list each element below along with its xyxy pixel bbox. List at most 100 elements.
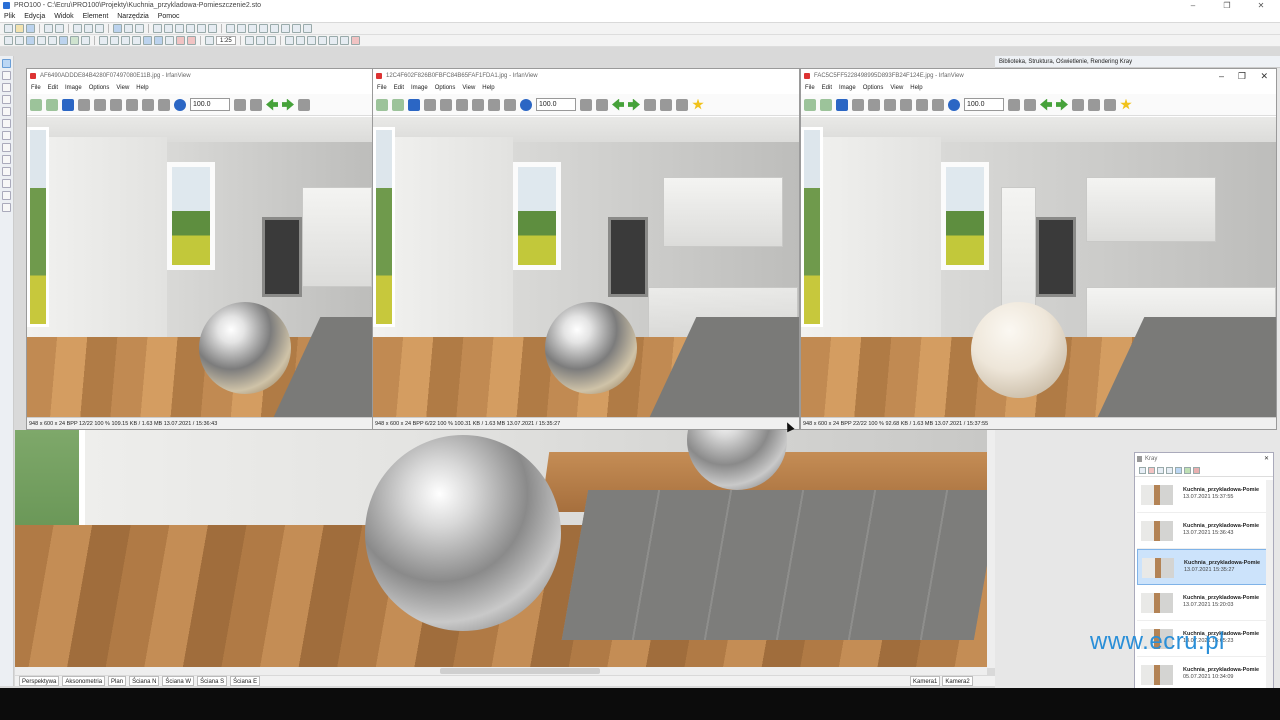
copy-icon[interactable] (472, 98, 484, 111)
print-icon[interactable] (44, 24, 53, 33)
next-arrow-icon[interactable] (628, 99, 640, 111)
star-icon[interactable] (692, 98, 704, 110)
align-icon[interactable] (226, 24, 235, 33)
tab-kamera2[interactable]: Kamera2 (942, 676, 973, 686)
iv2-menu-file[interactable]: File (377, 85, 387, 91)
tool-e-icon[interactable] (339, 36, 349, 45)
prev-arrow-icon[interactable] (612, 98, 624, 111)
menu-edycja[interactable]: Edycja (24, 13, 45, 20)
cut-icon[interactable] (110, 98, 122, 111)
iv1-menu-help[interactable]: Help (136, 85, 148, 91)
iv2-menu-edit[interactable]: Edit (394, 85, 404, 91)
info-icon[interactable] (174, 98, 186, 111)
undo-icon[interactable] (124, 24, 133, 33)
undo-icon[interactable] (932, 98, 944, 111)
select-arrow-icon[interactable] (2, 59, 11, 68)
snap-icon[interactable] (143, 36, 152, 45)
stop-icon[interactable] (1193, 467, 1200, 474)
copy-icon[interactable] (1157, 467, 1164, 474)
tool-pen-icon[interactable] (2, 95, 11, 104)
up-arrow-icon[interactable] (1072, 98, 1084, 111)
move2-icon[interactable] (255, 36, 265, 45)
prev-arrow-icon[interactable] (1040, 98, 1052, 111)
tool-rotate-icon[interactable] (2, 107, 11, 116)
iv3-close-button[interactable]: ✕ (1260, 69, 1268, 83)
tool-d-icon[interactable] (328, 36, 338, 45)
frame2-icon[interactable] (175, 24, 184, 33)
iv3-menu-options[interactable]: Options (863, 85, 884, 91)
iv1-menu-file[interactable]: File (31, 85, 41, 91)
undo-icon[interactable] (158, 98, 170, 111)
irfanview-window-1[interactable]: AF6490ADDDE84B4280F07497080E11B.jpg - Ir… (26, 68, 373, 430)
paste-icon[interactable] (916, 98, 928, 111)
tool-measure-icon[interactable] (2, 131, 11, 140)
record-icon[interactable] (176, 36, 185, 45)
delete-icon[interactable] (1148, 467, 1155, 474)
viewport-vscrollbar[interactable] (987, 430, 995, 668)
paste-icon[interactable] (488, 98, 500, 111)
no-entry-icon[interactable] (350, 36, 360, 45)
zoom-out-icon[interactable] (250, 98, 262, 111)
3d-viewport[interactable] (15, 430, 987, 668)
zoom-icon[interactable] (205, 36, 214, 45)
close-button[interactable]: ✕ (1244, 0, 1278, 11)
tool-door-icon[interactable] (2, 83, 11, 92)
irfanview-window-2[interactable]: 12C4F602F826B0FBFC84B65FAF1FDA1.jpg - Ir… (372, 68, 800, 430)
delete-icon[interactable] (868, 98, 880, 111)
down-arrow-icon[interactable] (1088, 98, 1100, 111)
tab-sciana-e[interactable]: Ściana E (230, 676, 261, 686)
redo-icon[interactable] (135, 24, 144, 33)
save-icon[interactable] (62, 98, 74, 111)
tool-b-icon[interactable] (306, 36, 316, 45)
cut-icon[interactable] (73, 24, 82, 33)
iv3-menu-image[interactable]: Image (839, 85, 856, 91)
iv2-menu-options[interactable]: Options (435, 85, 456, 91)
iv3-menu-edit[interactable]: Edit (822, 85, 832, 91)
align4-icon[interactable] (259, 24, 268, 33)
zoom-in-icon[interactable] (1008, 98, 1020, 111)
right-panel-tabs[interactable]: Biblioteka, Struktura, Oświetlenie, Rend… (995, 56, 1280, 68)
open-icon[interactable] (30, 98, 42, 111)
tab-sciana-s[interactable]: Ściana S (197, 676, 228, 686)
copy-icon[interactable] (126, 98, 138, 111)
iv2-menu-view[interactable]: View (462, 85, 475, 91)
open-icon[interactable] (804, 98, 816, 111)
paint-icon[interactable] (70, 36, 79, 45)
globe-icon[interactable] (113, 24, 122, 33)
box2-icon[interactable] (15, 36, 24, 45)
iv3-zoom-field[interactable]: 100.0 (964, 98, 1004, 111)
undo-icon[interactable] (504, 98, 516, 111)
save-icon[interactable] (836, 98, 848, 111)
render-item[interactable]: Kuchnia_przykladowa-Pomie 13.07.2021 15:3… (1137, 477, 1271, 513)
snap3-icon[interactable] (165, 36, 174, 45)
folder-icon[interactable] (1184, 467, 1191, 474)
zoom-out-icon[interactable] (1024, 98, 1036, 111)
render-item-selected[interactable]: Kuchnia_przykladowa-Pomie 13.07.2021 15:3… (1137, 549, 1271, 585)
iv3-menu-help[interactable]: Help (910, 85, 922, 91)
new-file-icon[interactable] (4, 24, 13, 33)
kray-close-button[interactable]: ✕ (1264, 453, 1269, 465)
iv2-menu-help[interactable]: Help (482, 85, 494, 91)
grid-icon[interactable] (99, 36, 108, 45)
box-icon[interactable] (4, 36, 13, 45)
prev-arrow-icon[interactable] (266, 98, 278, 111)
tool-a-icon[interactable] (295, 36, 305, 45)
iv1-menu-edit[interactable]: Edit (48, 85, 58, 91)
align3-icon[interactable] (248, 24, 257, 33)
next-arrow-icon[interactable] (282, 99, 294, 111)
frame-icon[interactable] (1175, 467, 1182, 474)
print-icon[interactable] (424, 98, 436, 111)
iv3-minimize-button[interactable]: – (1219, 69, 1224, 83)
iv3-maximize-button[interactable]: ❐ (1238, 69, 1246, 83)
print-preview-icon[interactable] (55, 24, 64, 33)
copy-icon[interactable] (84, 24, 93, 33)
menu-pomoc[interactable]: Pomoc (158, 13, 180, 20)
slideshow-icon[interactable] (820, 98, 832, 111)
wire-icon[interactable] (37, 36, 46, 45)
print-icon[interactable] (852, 98, 864, 111)
save-icon[interactable] (1139, 467, 1146, 474)
tab-aksonometria[interactable]: Aksonometria (62, 676, 106, 686)
eye-icon[interactable] (121, 36, 130, 45)
grid-toggle-icon[interactable] (284, 36, 294, 45)
tool-text-icon[interactable] (2, 155, 11, 164)
